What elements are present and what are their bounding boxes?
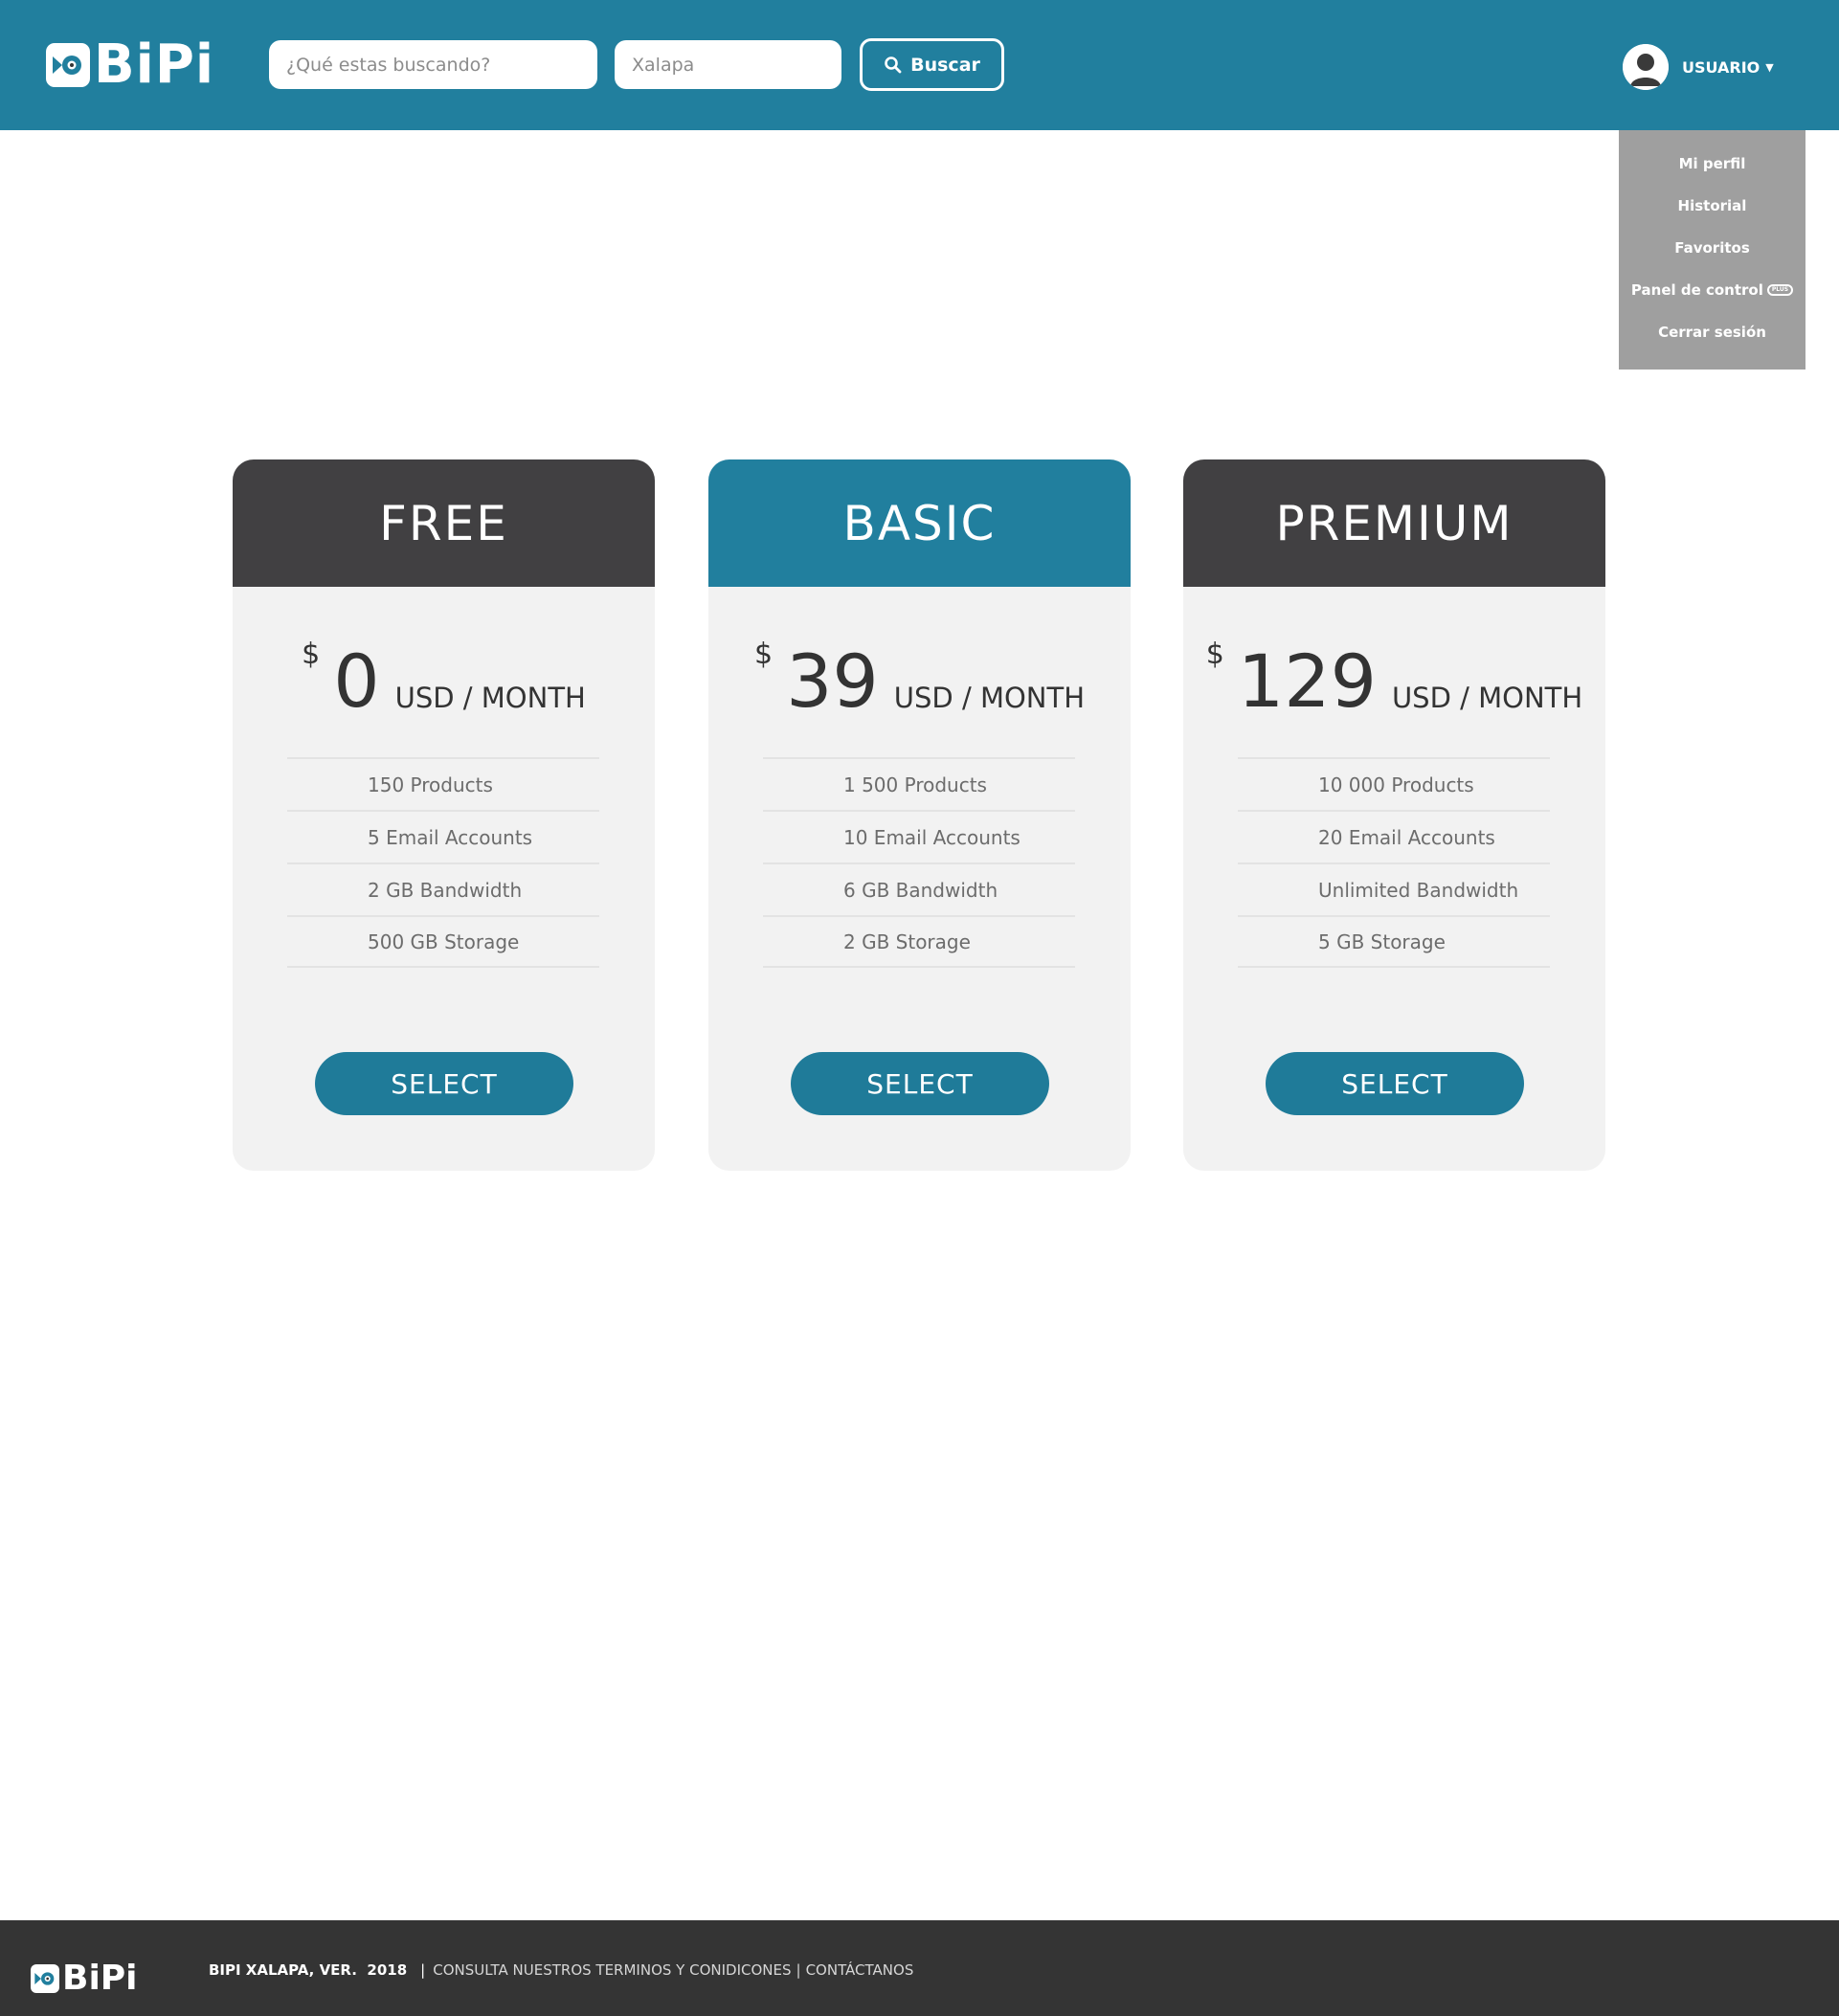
location-input[interactable] xyxy=(615,40,841,89)
search-button-label: Buscar xyxy=(910,54,980,76)
menu-item-logout[interactable]: Cerrar sesión xyxy=(1619,323,1805,342)
bipi-logo-icon xyxy=(31,1964,59,1993)
menu-item-label: Historial xyxy=(1677,197,1747,214)
select-basic-button[interactable]: SELECT xyxy=(791,1052,1049,1115)
price-currency: $ xyxy=(753,638,774,671)
feature-item: 5 GB Storage xyxy=(1238,915,1550,968)
plan-name: FREE xyxy=(233,459,655,587)
plan-card-premium: PREMIUM $ 129 USD / MONTH 10 000 Product… xyxy=(1183,459,1605,1171)
price-period: USD / MONTH xyxy=(1391,682,1583,714)
select-premium-button[interactable]: SELECT xyxy=(1266,1052,1524,1115)
price-period: USD / MONTH xyxy=(893,682,1086,714)
menu-item-profile[interactable]: Mi perfil xyxy=(1619,154,1805,173)
price-amount: 0 xyxy=(333,638,380,724)
caret-down-icon: ▼ xyxy=(1765,60,1774,74)
plan-features: 150 Products 5 Email Accounts 2 GB Bandw… xyxy=(287,757,599,968)
menu-item-history[interactable]: Historial xyxy=(1619,196,1805,215)
feature-item: Unlimited Bandwidth xyxy=(1238,862,1550,915)
plus-badge: PLUS xyxy=(1766,284,1794,296)
logo-text: BiPi xyxy=(94,34,215,96)
contact-link[interactable]: CONTÁCTANOS xyxy=(806,1961,914,1979)
avatar-icon xyxy=(1623,44,1669,90)
feature-item: 6 GB Bandwidth xyxy=(763,862,1075,915)
menu-item-label: Favoritos xyxy=(1674,239,1750,257)
user-name: USUARIO xyxy=(1682,57,1761,77)
feature-item: 2 GB Storage xyxy=(763,915,1075,968)
footer: BiPi BIPI XALAPA, VER. 2018 | CONSULTA N… xyxy=(0,1920,1839,2016)
feature-item: 20 Email Accounts xyxy=(1238,810,1550,862)
menu-item-favorites[interactable]: Favoritos xyxy=(1619,238,1805,258)
menu-item-label: Panel de control xyxy=(1630,281,1763,299)
feature-item: 500 GB Storage xyxy=(287,915,599,968)
price-amount: 39 xyxy=(786,638,879,724)
footer-separator: | xyxy=(420,1961,426,1979)
plan-price: $ 129 USD / MONTH xyxy=(1183,632,1605,718)
feature-item: 10 Email Accounts xyxy=(763,810,1075,862)
plan-card-free: FREE $ 0 USD / MONTH 150 Products 5 Emai… xyxy=(233,459,655,1171)
plan-name: BASIC xyxy=(708,459,1131,587)
footer-brand: BIPI XALAPA, VER. 2018 xyxy=(209,1961,408,1979)
user-menu-toggle[interactable]: USUARIO ▼ xyxy=(1623,44,1774,90)
terms-link[interactable]: CONSULTA NUESTROS TERMINOS Y CONIDICONES xyxy=(433,1961,791,1979)
feature-item: 1 500 Products xyxy=(763,757,1075,810)
feature-item: 2 GB Bandwidth xyxy=(287,862,599,915)
price-currency: $ xyxy=(1205,638,1224,671)
bipi-logo[interactable]: BiPi xyxy=(46,34,215,96)
menu-item-label: Mi perfil xyxy=(1678,155,1746,172)
user-dropdown-menu: Mi perfil Historial Favoritos Panel de c… xyxy=(1619,130,1805,370)
bipi-logo-icon xyxy=(46,43,90,87)
select-free-button[interactable]: SELECT xyxy=(315,1052,573,1115)
menu-item-label: Cerrar sesión xyxy=(1658,324,1766,341)
plan-features: 10 000 Products 20 Email Accounts Unlimi… xyxy=(1238,757,1550,968)
plan-price: $ 39 USD / MONTH xyxy=(708,632,1131,718)
feature-item: 150 Products xyxy=(287,757,599,810)
plan-card-basic: BASIC $ 39 USD / MONTH 1 500 Products 10… xyxy=(708,459,1131,1171)
footer-logo[interactable]: BiPi xyxy=(31,1959,138,1998)
price-period: USD / MONTH xyxy=(394,682,586,714)
search-icon xyxy=(885,56,902,73)
plan-features: 1 500 Products 10 Email Accounts 6 GB Ba… xyxy=(763,757,1075,968)
footer-text: BIPI XALAPA, VER. 2018 | CONSULTA NUESTR… xyxy=(209,1959,913,1982)
search-button[interactable]: Buscar xyxy=(860,38,1004,91)
price-currency: $ xyxy=(302,638,321,671)
top-navbar: BiPi Buscar USUARIO ▼ xyxy=(0,0,1839,130)
price-amount: 129 xyxy=(1237,638,1377,724)
feature-item: 5 Email Accounts xyxy=(287,810,599,862)
menu-item-control-panel[interactable]: Panel de control PLUS xyxy=(1619,280,1805,300)
feature-item: 10 000 Products xyxy=(1238,757,1550,810)
footer-divider: | xyxy=(796,1961,801,1979)
logo-text: BiPi xyxy=(62,1959,138,1998)
plan-name: PREMIUM xyxy=(1183,459,1605,587)
plan-price: $ 0 USD / MONTH xyxy=(233,632,655,718)
search-input[interactable] xyxy=(269,40,597,89)
